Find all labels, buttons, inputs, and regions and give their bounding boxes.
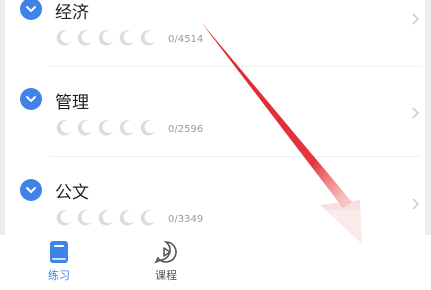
progress-moons — [55, 208, 158, 227]
chevron-down-icon — [26, 96, 36, 102]
question-count: 0/4514 — [168, 34, 204, 45]
moon-icon — [140, 210, 156, 226]
tab-courses[interactable]: 课程 — [136, 240, 196, 283]
chevron-right-icon[interactable] — [410, 106, 420, 120]
expand-button[interactable] — [20, 88, 42, 110]
moon-icon — [77, 30, 93, 46]
category-row-management[interactable]: 管理 0/2596 — [0, 80, 431, 160]
category-title: 管理 — [55, 93, 89, 113]
moon-icon — [140, 120, 156, 136]
moon-icon — [140, 30, 156, 46]
moon-icon — [77, 120, 93, 136]
moon-icon — [119, 210, 135, 226]
divider — [50, 156, 421, 157]
moon-icon — [56, 120, 72, 136]
moon-icon — [98, 210, 114, 226]
moon-icon — [98, 30, 114, 46]
divider — [50, 66, 421, 67]
moon-icon — [56, 210, 72, 226]
moon-icon — [98, 120, 114, 136]
chevron-down-icon — [26, 187, 36, 193]
chevron-down-icon — [26, 6, 36, 12]
book-icon — [50, 241, 68, 263]
moon-icon — [56, 30, 72, 46]
question-count: 0/3349 — [168, 214, 204, 225]
chevron-right-icon[interactable] — [410, 197, 420, 211]
moon-icon — [77, 210, 93, 226]
moon-icon — [119, 120, 135, 136]
expand-button[interactable] — [20, 0, 42, 20]
tab-label: 练习 — [48, 269, 70, 282]
question-count: 0/2596 — [168, 124, 204, 135]
chevron-right-icon[interactable] — [410, 12, 420, 26]
tab-label: 课程 — [155, 269, 177, 282]
expand-button[interactable] — [20, 179, 42, 201]
progress-moons — [55, 28, 158, 47]
moon-icon — [119, 30, 135, 46]
play-bubble-icon — [154, 241, 177, 264]
bottom-tab-bar: 练习 课程 — [0, 235, 431, 290]
tab-practice[interactable]: 练习 — [29, 240, 89, 283]
progress-moons — [55, 118, 158, 137]
category-row-economy[interactable]: 经济 0/4514 — [0, 0, 431, 70]
category-title: 公文 — [55, 183, 89, 203]
category-title: 经济 — [55, 3, 89, 23]
